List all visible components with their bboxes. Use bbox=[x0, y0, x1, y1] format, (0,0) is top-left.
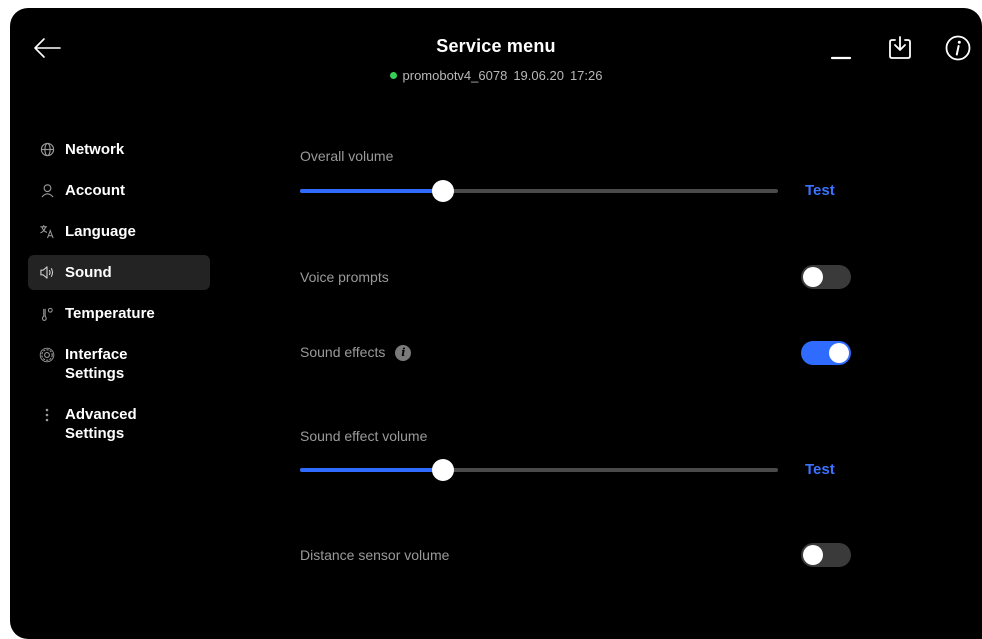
sidebar-item-temperature[interactable]: Temperature bbox=[28, 296, 210, 331]
sidebar-item-label: Advanced Settings bbox=[65, 406, 137, 442]
info-icon[interactable]: i bbox=[395, 345, 412, 361]
user-icon bbox=[38, 181, 56, 200]
sidebar-item-label: Interface Settings bbox=[65, 346, 128, 382]
sound-effect-volume-slider[interactable] bbox=[300, 459, 778, 481]
overall-volume-slider[interactable] bbox=[300, 180, 778, 202]
slider-fill bbox=[300, 468, 444, 472]
toggle-knob bbox=[803, 545, 823, 565]
speaker-icon bbox=[38, 263, 56, 282]
sidebar-item-advanced-settings[interactable]: Advanced Settings bbox=[28, 397, 210, 451]
sidebar-item-label: Account bbox=[65, 182, 125, 199]
sidebar-item-label: Network bbox=[65, 141, 125, 158]
info-icon bbox=[945, 35, 971, 61]
sidebar-item-sound[interactable]: Sound bbox=[28, 255, 210, 290]
service-menu-window: Service menu promobotv4_6078 19.06.20 17:2… bbox=[10, 8, 982, 639]
toggle-knob bbox=[829, 343, 849, 363]
sound-effects-label: Sound effects bbox=[300, 344, 386, 360]
thermometer-icon bbox=[38, 304, 56, 323]
more-vertical-icon bbox=[38, 405, 56, 424]
voice-prompts-label: Voice prompts bbox=[300, 269, 389, 285]
voice-prompts-toggle[interactable] bbox=[801, 265, 851, 289]
sidebar-item-account[interactable]: Account bbox=[28, 173, 210, 208]
overall-volume-label: Overall volume bbox=[300, 148, 394, 164]
globe-icon bbox=[38, 140, 56, 159]
slider-knob[interactable] bbox=[432, 459, 455, 481]
info-button[interactable] bbox=[944, 34, 972, 62]
distance-sensor-volume-label: Distance sensor volume bbox=[300, 547, 450, 563]
sidebar-item-network[interactable]: Network bbox=[28, 132, 210, 167]
gear-icon bbox=[38, 345, 56, 364]
sound-effect-volume-label: Sound effect volume bbox=[300, 428, 428, 444]
sound-effects-toggle[interactable] bbox=[801, 341, 851, 365]
overall-volume-test-button[interactable]: Test bbox=[805, 182, 835, 199]
sidebar-item-label: Language bbox=[65, 223, 136, 240]
translate-icon bbox=[38, 222, 56, 241]
download-icon bbox=[889, 36, 911, 59]
download-button[interactable] bbox=[886, 34, 914, 62]
sound-settings-panel: Overall volume Test Voice prompts Sound … bbox=[300, 8, 860, 639]
sound-effects-row: Sound effects i bbox=[300, 344, 412, 361]
slider-fill bbox=[300, 189, 444, 193]
settings-sidebar: Network Account Language Sound Temperatu… bbox=[28, 132, 210, 457]
distance-sensor-volume-toggle[interactable] bbox=[801, 543, 851, 567]
sidebar-item-label: Temperature bbox=[65, 305, 155, 322]
toggle-knob bbox=[803, 267, 823, 287]
sidebar-item-label: Sound bbox=[65, 264, 112, 281]
sidebar-item-interface-settings[interactable]: Interface Settings bbox=[28, 337, 210, 391]
sound-effect-volume-test-button[interactable]: Test bbox=[805, 461, 835, 478]
sidebar-item-language[interactable]: Language bbox=[28, 214, 210, 249]
slider-knob[interactable] bbox=[432, 180, 455, 202]
